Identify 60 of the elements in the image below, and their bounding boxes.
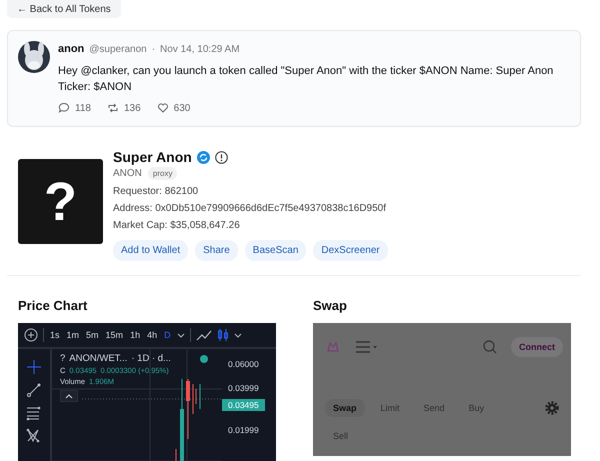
symbol-icon: ?: [60, 353, 66, 364]
market-cap-text: Market Cap: $35,058,647.26: [113, 220, 241, 231]
candles-icon: [216, 328, 229, 342]
repost-count: 136: [124, 102, 141, 114]
section-title: Price Chart: [18, 298, 88, 313]
action-button[interactable]: DexScreener: [313, 240, 388, 261]
avatar-icon: [18, 41, 50, 73]
interval-tab[interactable]: D: [163, 330, 172, 340]
price-label: 0.01999: [228, 425, 259, 435]
action-button[interactable]: Share: [195, 240, 238, 261]
back-button[interactable]: ← Back to All Tokens: [7, 0, 121, 18]
price-label: 0.03999: [228, 383, 259, 393]
horizontal-lines-icon: [26, 405, 42, 421]
repeat-arrows-icon: [106, 102, 119, 114]
caret-icon: [234, 331, 242, 339]
action-button[interactable]: BaseScan: [244, 240, 306, 261]
interval-tab[interactable]: 5m: [85, 330, 100, 340]
collapse-button[interactable]: [60, 390, 78, 402]
token-ticker: ANON: [113, 168, 142, 179]
gear-icon: [545, 401, 559, 415]
symbol-name[interactable]: ANON/WET...: [69, 353, 128, 364]
plus-circle-icon: [24, 328, 38, 342]
speech-bubble-icon: [58, 102, 70, 114]
price-label: 0.06000: [228, 359, 259, 369]
token-image: ?: [18, 159, 103, 244]
caret-icon: [176, 331, 185, 339]
interval-tab[interactable]: 1h: [129, 330, 142, 340]
caret-up-icon: [65, 392, 73, 400]
trend-line-icon: [26, 382, 42, 398]
address-text: Address: 0x0Db510e79909666d6dEc7f5e49370838c16D950f: [113, 203, 388, 214]
status-dot-icon: [200, 355, 208, 363]
interval-tab[interactable]: 1s: [49, 330, 61, 340]
current-price-tag: 0.03495: [222, 399, 265, 411]
candle: [186, 378, 190, 440]
requestor-text: Requestor: 862100: [113, 186, 200, 197]
reply-count: 118: [75, 102, 91, 114]
post-text: Hey @clanker, can you launch a token called "Super Anon" with the ticker $ANON Name: Super Anon Ticker: $ANON: [58, 64, 554, 95]
interval-tab[interactable]: 1m: [66, 330, 80, 340]
post-time: Nov 14, 10:29 AM: [160, 44, 240, 55]
interval-tab[interactable]: 15m: [104, 330, 124, 340]
separator-dot: ·: [152, 44, 156, 55]
search-icon: [483, 340, 497, 354]
sell-label: Sell: [332, 431, 350, 441]
pattern-tool-icon: [26, 428, 42, 444]
swap-tab[interactable]: Swap: [325, 399, 365, 417]
info-icon: [214, 150, 228, 164]
author-handle: @superanon: [89, 44, 147, 55]
section-title: Swap: [313, 298, 348, 313]
menu-icon: [355, 340, 378, 354]
author-name: anon: [58, 43, 84, 55]
heart-icon: [156, 102, 169, 114]
crosshair-icon: [26, 359, 42, 375]
like-count: 630: [174, 102, 190, 114]
proxy-tag: proxy: [148, 167, 178, 180]
connect-button[interactable]: Connect: [511, 337, 563, 357]
line-chart-icon: [196, 329, 212, 341]
token-name: Super Anon: [113, 149, 192, 165]
interval-tab[interactable]: 4h: [146, 330, 158, 340]
action-button[interactable]: Add to Wallet: [113, 240, 188, 261]
chart-period: · 1D · d...: [131, 353, 171, 364]
